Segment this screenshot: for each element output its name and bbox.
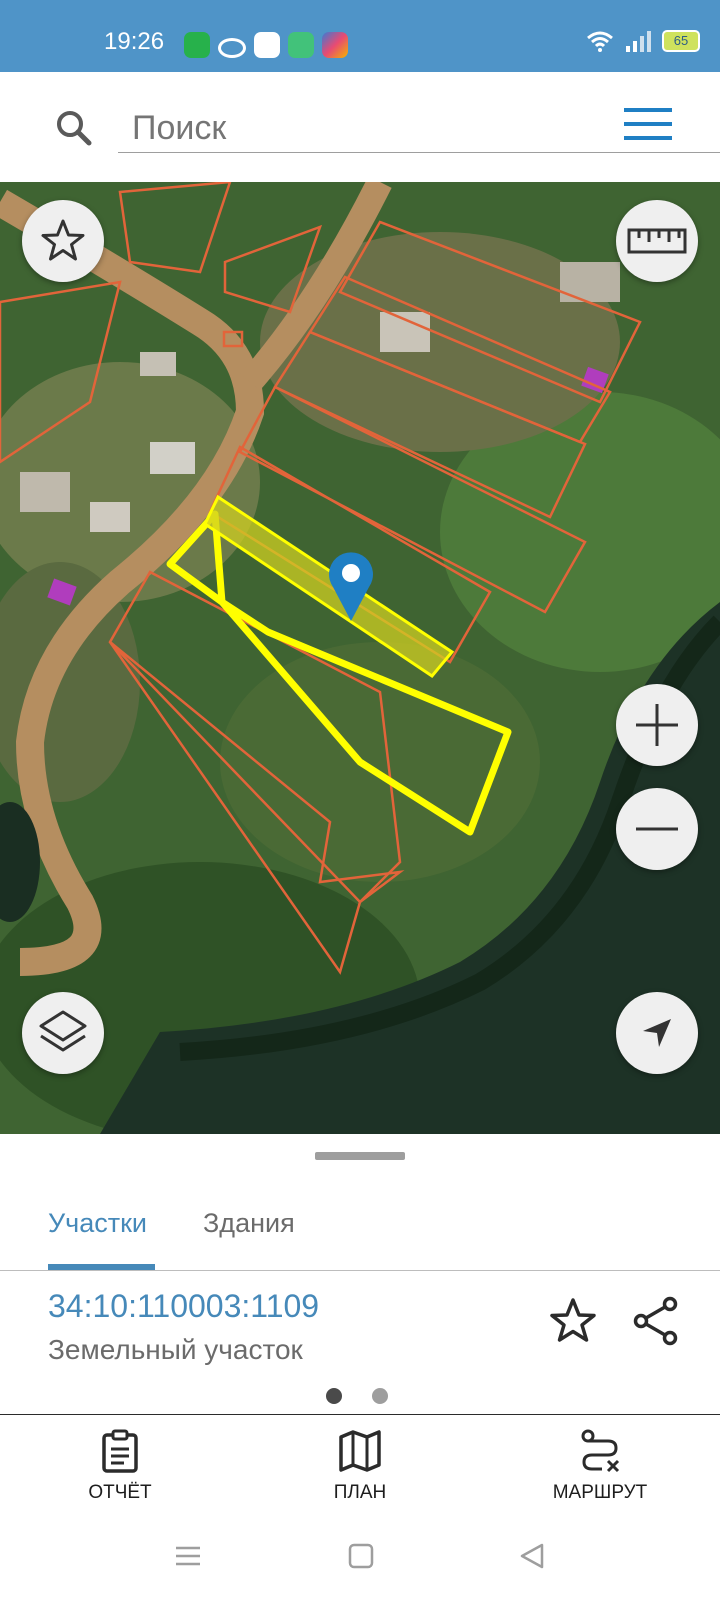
search-icon[interactable] — [54, 108, 94, 148]
layers-button[interactable] — [22, 992, 104, 1074]
map-view[interactable] — [0, 182, 720, 1134]
location-pin-icon[interactable] — [327, 549, 375, 621]
system-navigation-bar — [0, 1524, 720, 1600]
zoom-in-button[interactable] — [616, 684, 698, 766]
status-bar: 19:26 65 — [0, 0, 720, 72]
favorite-star-icon[interactable] — [548, 1296, 598, 1346]
ruler-icon — [627, 228, 687, 254]
plan-button-label: ПЛАН — [333, 1482, 387, 1503]
tab-bar: Участки Здания — [0, 1174, 720, 1271]
back-icon[interactable] — [518, 1542, 546, 1570]
messenger-icon — [184, 32, 210, 58]
active-tab-indicator — [48, 1264, 155, 1270]
plus-icon — [636, 704, 678, 746]
route-button[interactable]: МАРШРУТ — [510, 1429, 690, 1504]
status-time: 19:26 — [104, 28, 165, 55]
my-location-button[interactable] — [616, 992, 698, 1074]
report-button-label: ОТЧЁТ — [88, 1482, 152, 1503]
parcel-type: Земельный участок — [48, 1334, 303, 1365]
tab-parcels[interactable]: Участки — [48, 1208, 147, 1239]
navigation-arrow-icon — [643, 1019, 671, 1047]
bottom-action-bar: ОТЧЁТ ПЛАН МАРШРУТ — [0, 1414, 720, 1525]
bottom-sheet: Участки Здания 34:10:110003:1109 Земельн… — [0, 1134, 720, 1414]
page-dot-active — [326, 1388, 342, 1404]
pagination-dots — [326, 1388, 388, 1404]
loop-icon — [218, 38, 246, 58]
notification-icons — [184, 32, 348, 58]
parcel-cadastral-number[interactable]: 34:10:110003:1109 — [48, 1288, 319, 1325]
minus-icon — [636, 827, 678, 831]
phone-icon — [288, 32, 314, 58]
route-button-label: МАРШРУТ — [552, 1482, 648, 1503]
map-icon — [339, 1430, 381, 1472]
satellite-imagery — [0, 182, 720, 1134]
search-bar — [10, 82, 720, 172]
report-button[interactable]: ОТЧЁТ — [30, 1429, 210, 1504]
wb-icon — [254, 32, 280, 58]
signal-icon — [626, 31, 651, 52]
sheet-drag-handle[interactable] — [315, 1152, 405, 1160]
clipboard-icon — [102, 1429, 138, 1473]
battery-icon: 65 — [662, 30, 700, 52]
layers-icon — [39, 1010, 87, 1052]
menu-icon[interactable] — [624, 106, 672, 142]
share-icon[interactable] — [632, 1296, 680, 1346]
route-icon — [581, 1429, 620, 1473]
zoom-out-button[interactable] — [616, 788, 698, 870]
wifi-icon — [587, 31, 613, 52]
home-icon[interactable] — [347, 1542, 375, 1570]
page-dot — [372, 1388, 388, 1404]
plan-button[interactable]: ПЛАН — [270, 1429, 450, 1504]
recent-apps-icon[interactable] — [174, 1542, 202, 1570]
ruler-button[interactable] — [616, 200, 698, 282]
status-indicators: 65 — [586, 30, 700, 52]
star-icon — [41, 219, 85, 261]
tab-buildings[interactable]: Здания — [203, 1208, 295, 1239]
star-app-icon — [322, 32, 348, 58]
favorites-button[interactable] — [22, 200, 104, 282]
